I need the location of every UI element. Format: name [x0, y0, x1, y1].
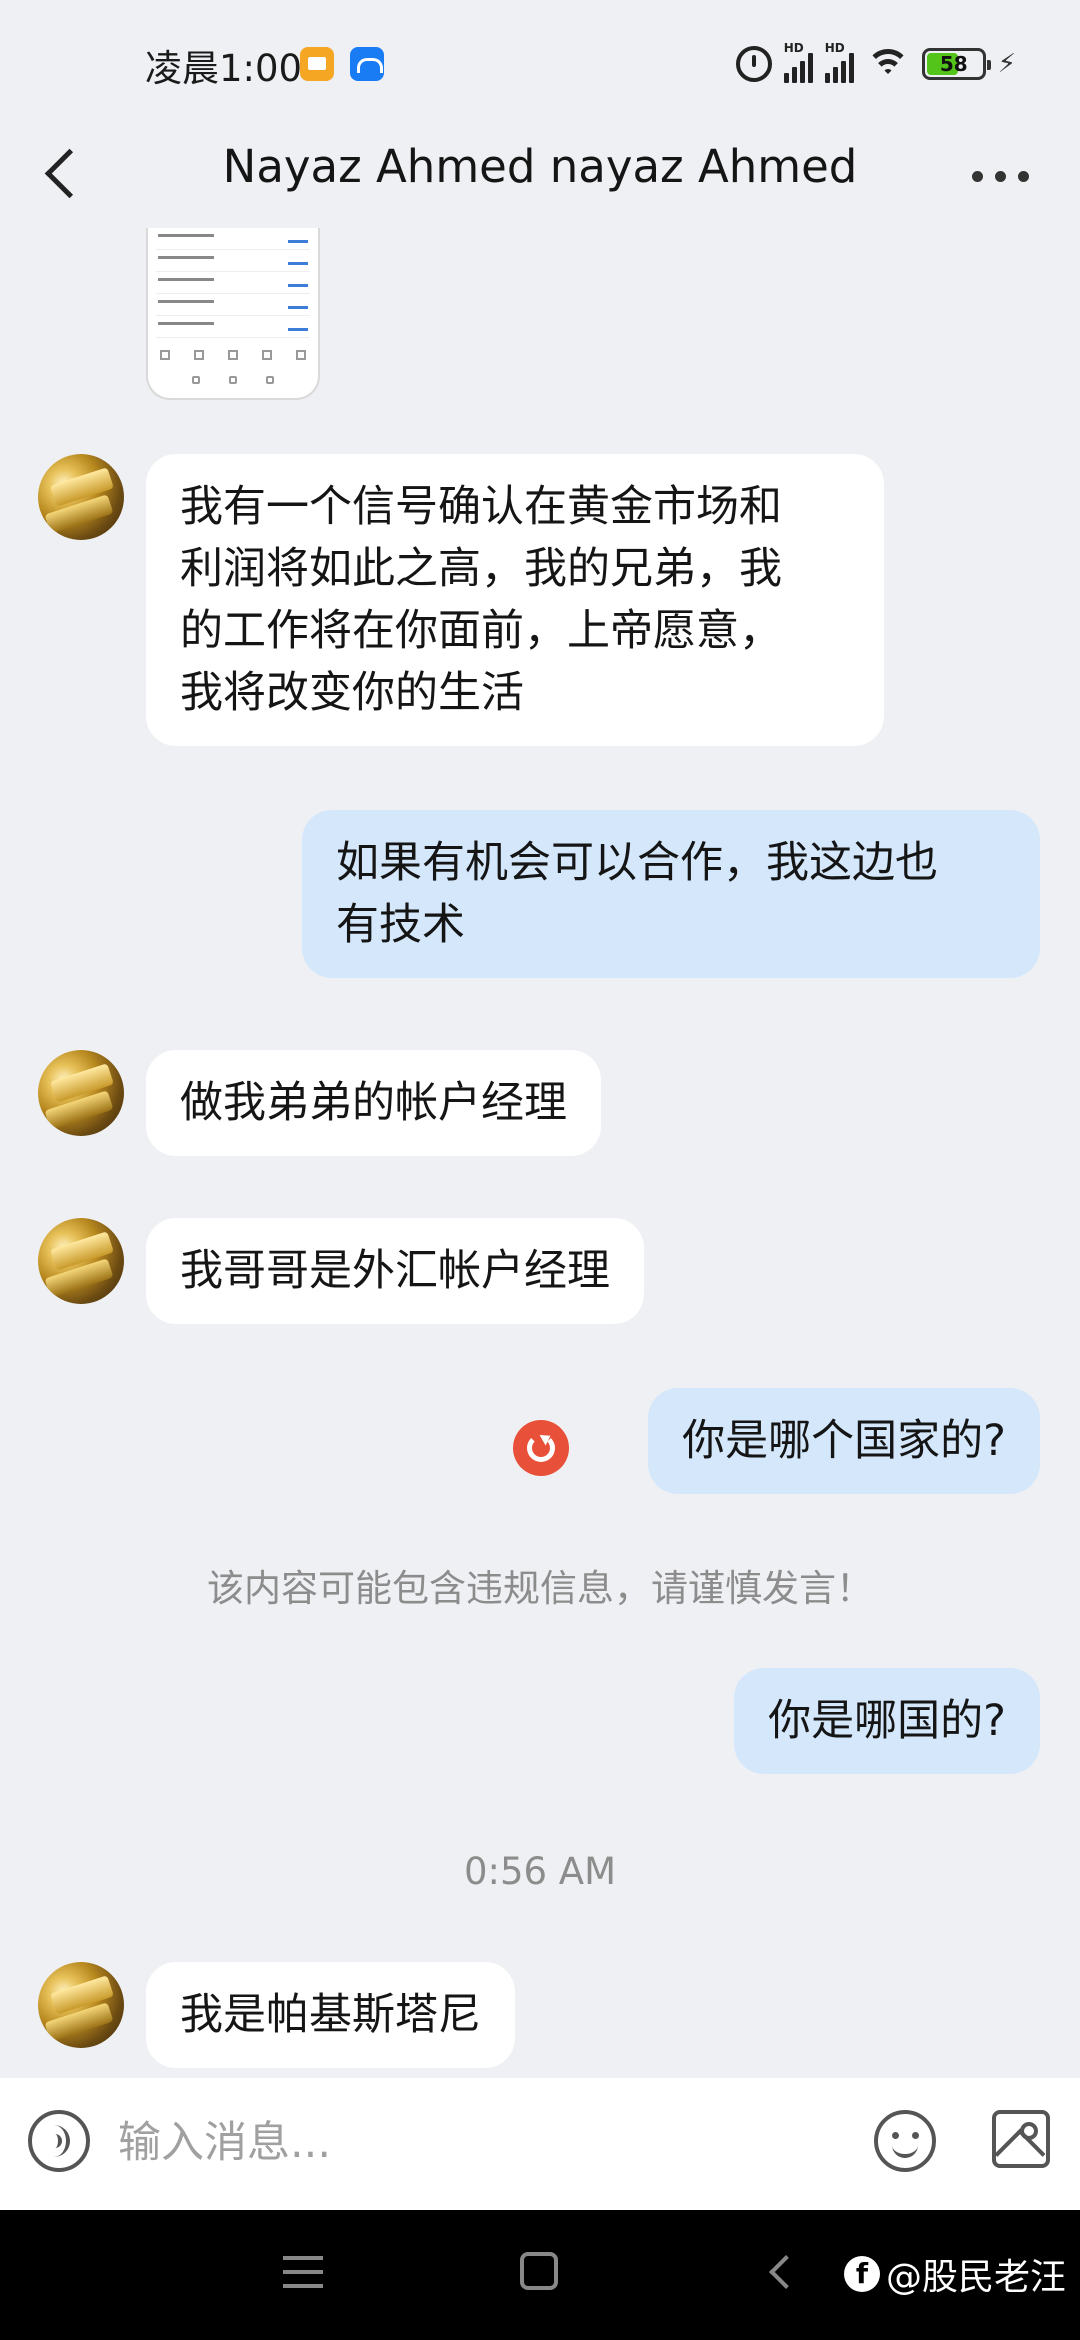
avatar[interactable]: [38, 1050, 124, 1136]
back-icon[interactable]: [762, 2254, 798, 2290]
avatar[interactable]: [38, 1962, 124, 2048]
home-icon[interactable]: [520, 2252, 558, 2290]
signal-hd-label: HD: [783, 41, 804, 55]
message-bubble[interactable]: 你是哪个国家的?: [648, 1388, 1040, 1494]
resend-icon[interactable]: [513, 1420, 569, 1476]
notification-app-icon: [350, 47, 384, 81]
message-composer: [0, 2078, 1080, 2210]
page-title: Nayaz Ahmed nayaz Ahmed: [222, 140, 858, 193]
message-bubble[interactable]: 我哥哥是外汇帐户经理: [146, 1218, 644, 1324]
avatar[interactable]: [38, 1218, 124, 1304]
alarm-icon: [735, 46, 772, 82]
signal-icon: HD: [783, 41, 813, 83]
message-bubble[interactable]: 做我弟弟的帐户经理: [146, 1050, 601, 1156]
chevron-left-icon[interactable]: [30, 132, 110, 212]
message-text: 如果有机会可以合作，我这边也 有技术: [336, 838, 938, 950]
wifi-icon: [865, 47, 910, 81]
signal-icon: HD: [824, 41, 854, 83]
message-text: 我有一个信号确认在黄金市场和 利润将如此之高，我的兄弟，我 的工作将在你面前，上…: [180, 482, 782, 718]
message-input[interactable]: [118, 2108, 838, 2178]
battery-level: 58: [939, 52, 968, 76]
message-bubble[interactable]: 你是哪国的?: [734, 1668, 1040, 1774]
avatar[interactable]: [38, 454, 124, 540]
message-text: 我是帕基斯塔尼: [180, 1990, 481, 2040]
status-indicators: HD HD 58 ⚡: [735, 41, 1016, 86]
message-text: 你是哪个国家的?: [682, 1416, 1006, 1466]
status-bar: 凌晨1:00 HD HD 58 ⚡: [0, 0, 1080, 128]
notification-app-icon: [300, 47, 334, 81]
message-text: 我哥哥是外汇帐户经理: [180, 1246, 610, 1296]
chat-header: Nayaz Ahmed nayaz Ahmed: [0, 128, 1080, 228]
message-text: 做我弟弟的帐户经理: [180, 1078, 567, 1128]
emoji-icon[interactable]: [874, 2110, 936, 2172]
message-text: 你是哪国的?: [768, 1696, 1006, 1746]
message-bubble[interactable]: 我是帕基斯塔尼: [146, 1962, 515, 2068]
message-list[interactable]: 我有一个信号确认在黄金市场和 利润将如此之高，我的兄弟，我 的工作将在你面前，上…: [0, 228, 1080, 2078]
message-bubble[interactable]: 如果有机会可以合作，我这边也 有技术: [302, 810, 1040, 978]
more-dots-icon[interactable]: [960, 146, 1040, 206]
signal-hd-label: HD: [824, 41, 845, 55]
image-icon[interactable]: [992, 2110, 1050, 2168]
image-message-thumbnail[interactable]: [146, 228, 320, 400]
violation-notice: 该内容可能包含违规信息，请谨慎发言！: [207, 1567, 873, 1610]
battery-icon: 58: [921, 48, 991, 80]
charging-icon: ⚡: [997, 49, 1016, 79]
system-nav-bar: f @股民老汪: [0, 2210, 1080, 2340]
status-time: 凌晨1:00: [145, 47, 303, 90]
watermark-text: @股民老汪: [885, 2257, 1066, 2298]
watermark: f @股民老汪: [843, 2248, 1066, 2300]
message-timestamp: 0:56 AM: [463, 1850, 617, 1893]
message-bubble[interactable]: 我有一个信号确认在黄金市场和 利润将如此之高，我的兄弟，我 的工作将在你面前，上…: [146, 454, 884, 746]
watermark-logo-icon: f: [843, 2256, 880, 2292]
recent-apps-icon[interactable]: [283, 2254, 323, 2290]
voice-icon[interactable]: [28, 2110, 90, 2172]
